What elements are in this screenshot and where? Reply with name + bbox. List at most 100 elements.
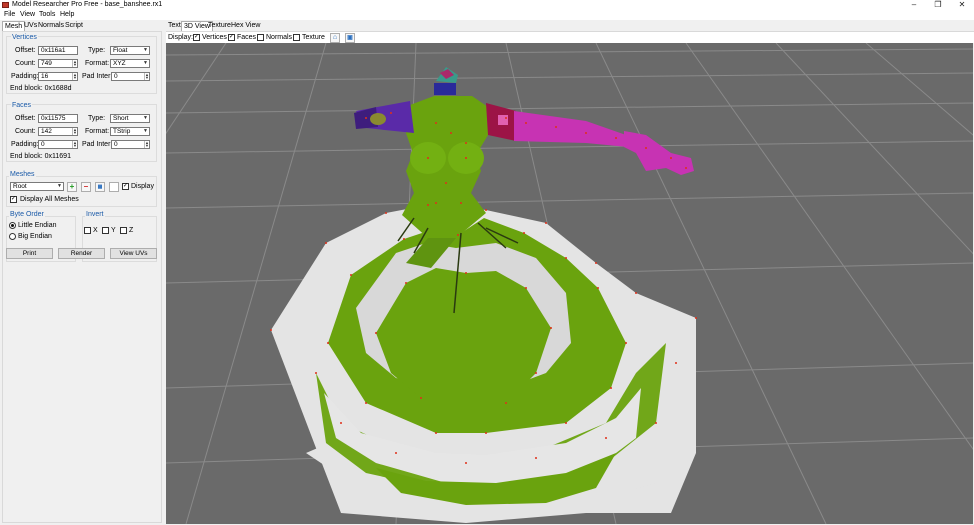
display-toolbar: Display: ✓ Vertices ✓ Faces Normals Text… <box>166 31 974 43</box>
window-title: Model Researcher Pro Free - base_banshee… <box>12 1 163 8</box>
vertices-format-select[interactable]: XYZ ▼ <box>110 59 150 68</box>
add-mesh-icon[interactable]: + <box>67 182 77 192</box>
faces-format-label: Format: <box>85 128 110 135</box>
maximize-icon[interactable]: ❐ <box>926 0 950 10</box>
vertices-padding-stepper[interactable]: 16 ▲ ▼ <box>38 72 78 81</box>
vertices-format-label: Format: <box>85 60 110 67</box>
vertices-display-label: Vertices <box>202 34 227 41</box>
app-icon <box>2 2 9 8</box>
chevron-down-icon: ▼ <box>143 60 148 66</box>
tab-script[interactable]: Script <box>63 21 85 31</box>
vertices-format-value: XYZ <box>113 60 126 67</box>
faces-count-value: 142 <box>41 128 52 135</box>
big-endian-radio[interactable] <box>9 233 16 240</box>
vertices-count-value: 749 <box>41 60 52 67</box>
faces-display-checkbox[interactable]: ✓ <box>228 34 235 41</box>
3d-viewport[interactable] <box>166 43 973 524</box>
menu-tools[interactable]: Tools <box>39 11 55 19</box>
reset-view-icon[interactable]: ▣ <box>345 33 355 43</box>
vertices-padding-value: 16 <box>41 73 49 80</box>
invert-y-checkbox[interactable] <box>102 227 109 234</box>
print-button[interactable]: Print <box>6 248 53 259</box>
menu-help[interactable]: Help <box>60 11 74 19</box>
tab-text[interactable]: Text <box>168 21 181 30</box>
vertices-padinter-value: 0 <box>114 73 118 80</box>
invert-y-label: Y <box>111 227 116 234</box>
vertices-count-label: Count: <box>15 60 36 67</box>
mesh-color-swatch[interactable] <box>109 182 119 192</box>
vertices-title: Vertices <box>11 34 38 42</box>
display-all-meshes-label: Display All Meshes <box>20 196 79 203</box>
mesh-select-value: Root <box>13 183 27 190</box>
chevron-down-icon: ▼ <box>143 115 148 121</box>
little-endian-radio[interactable] <box>9 222 16 229</box>
faces-type-value: Short <box>113 115 129 122</box>
display-all-meshes-checkbox[interactable]: ✓ <box>10 196 17 203</box>
faces-offset-input[interactable]: 0x11575 <box>38 114 78 123</box>
vertices-offset-label: Offset: <box>15 47 36 54</box>
vertices-type-value: Float <box>113 47 128 54</box>
faces-padding-value: 0 <box>41 141 45 148</box>
tab-normals[interactable]: Normals <box>36 21 66 31</box>
spin-arrows-icon[interactable]: ▲ ▼ <box>72 128 77 135</box>
close-icon[interactable]: ✕ <box>950 0 974 10</box>
faces-count-label: Count: <box>15 128 36 135</box>
invert-x-checkbox[interactable] <box>84 227 91 234</box>
big-endian-label: Big Endian <box>18 233 52 240</box>
faces-type-select[interactable]: Short ▼ <box>110 114 150 123</box>
vertices-type-label: Type: <box>88 47 106 54</box>
display-checkbox[interactable]: ✓ <box>122 183 129 190</box>
display-toolbar-label: Display: <box>168 34 193 41</box>
invert-z-label: Z <box>129 227 134 234</box>
normals-display-label: Normals <box>266 34 293 41</box>
faces-title: Faces <box>11 102 33 110</box>
faces-endblock: End block: 0x11691 <box>10 153 71 160</box>
faces-count-stepper[interactable]: 142 ▲ ▼ <box>38 127 78 136</box>
mesh-select[interactable]: Root ▼ <box>10 182 64 191</box>
byte-order-title: Byte Order <box>9 211 45 219</box>
mesh-settings-icon[interactable]: ▦ <box>95 182 105 192</box>
faces-padding-label: Padding: <box>11 141 39 148</box>
texture-display-checkbox[interactable] <box>293 34 300 41</box>
menu-file[interactable]: File <box>4 11 15 19</box>
invert-z-checkbox[interactable] <box>120 227 127 234</box>
invert-title: Invert <box>85 211 105 219</box>
menu-bar: File View Tools Help <box>0 10 974 20</box>
spin-arrows-icon[interactable]: ▲ ▼ <box>72 73 77 80</box>
vertices-padding-label: Padding: <box>11 73 39 80</box>
spin-arrows-icon[interactable]: ▲ ▼ <box>144 73 149 80</box>
faces-format-select[interactable]: TStrip ▼ <box>110 127 150 136</box>
little-endian-label: Little Endian <box>18 222 57 229</box>
chevron-down-icon: ▼ <box>57 183 62 189</box>
minimize-icon[interactable]: – <box>902 0 926 10</box>
vertices-padinter-stepper[interactable]: 0 ▲ ▼ <box>111 72 150 81</box>
faces-padinter-label: Pad Inter: <box>82 141 113 148</box>
left-tabs: Mesh UVs Normals Script <box>2 21 162 31</box>
meshes-title: Meshes <box>9 171 36 179</box>
tab-texture[interactable]: Texture <box>208 21 231 30</box>
spin-arrows-icon[interactable]: ▲ ▼ <box>72 60 77 67</box>
menu-view[interactable]: View <box>20 11 35 19</box>
spin-arrows-icon[interactable]: ▲ ▼ <box>72 141 77 148</box>
chevron-down-icon: ▼ <box>143 47 148 53</box>
view-uvs-button[interactable]: View UVs <box>110 248 157 259</box>
faces-format-value: TStrip <box>113 128 131 135</box>
spin-arrows-icon[interactable]: ▲ ▼ <box>144 141 149 148</box>
tab-hex-view[interactable]: Hex View <box>231 21 260 30</box>
render-button[interactable]: Render <box>58 248 105 259</box>
title-bar: Model Researcher Pro Free - base_banshee… <box>0 0 974 10</box>
faces-padding-stepper[interactable]: 0 ▲ ▼ <box>38 140 78 149</box>
3d-scene[interactable] <box>166 43 973 524</box>
home-view-icon[interactable]: ⌂ <box>330 33 340 43</box>
normals-display-checkbox[interactable] <box>257 34 264 41</box>
vertices-count-stepper[interactable]: 749 ▲ ▼ <box>38 59 78 68</box>
left-panel: Mesh UVs Normals Script Vertices Offset:… <box>0 20 165 525</box>
vertices-type-select[interactable]: Float ▼ <box>110 46 150 55</box>
vertices-offset-input[interactable]: 0x116a1 <box>38 46 78 55</box>
vertices-display-checkbox[interactable]: ✓ <box>193 34 200 41</box>
faces-offset-label: Offset: <box>15 115 36 122</box>
faces-padinter-stepper[interactable]: 0 ▲ ▼ <box>111 140 150 149</box>
vertices-endblock: End block: 0x1688d <box>10 85 72 92</box>
vertices-padinter-label: Pad Inter: <box>82 73 113 80</box>
remove-mesh-icon[interactable]: – <box>81 182 91 192</box>
